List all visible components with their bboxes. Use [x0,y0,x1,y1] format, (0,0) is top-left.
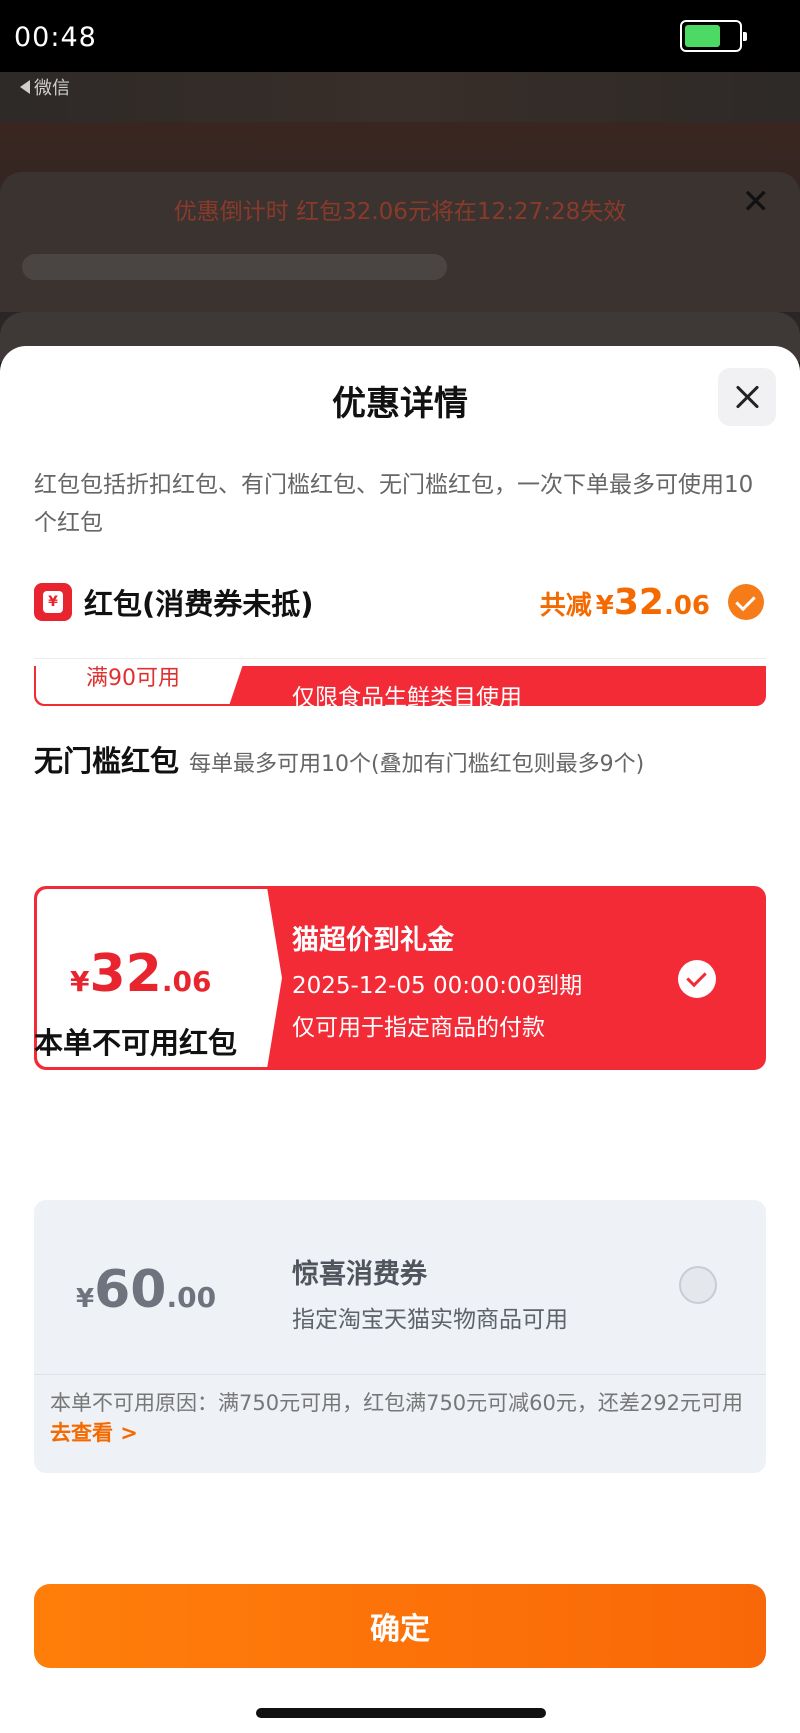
battery-level [685,25,720,47]
no-threshold-section-title: 无门槛红包 每单最多可用10个(叠加有门槛红包则最多9个) [34,744,645,778]
view-more-link[interactable]: 去查看 > [50,1421,138,1445]
coupon-amount: ¥ 32 .06 [70,944,212,1004]
unavailable-reason: 本单不可用原因：满750元可用，红包满750元可减60元，还差292元可用 去查… [50,1391,743,1445]
close-icon [734,384,760,410]
unavailable-section-title: 本单不可用红包 [34,1026,238,1060]
red-packet-summary[interactable]: ¥ 红包(消费券未抵) 共减 ¥ 32 .06 [34,578,764,626]
summary-label: 红包(消费券未抵) [84,587,314,621]
unavailable-coupon-amount: ¥ 60 .00 [76,1260,217,1320]
partial-coupon-min: 满90可用 [86,666,180,691]
back-to-wechat[interactable]: 微信 [20,72,70,102]
partial-coupon-rule: 仅限食品生鲜类目使用 [292,685,522,706]
background-banner [0,72,800,122]
unavailable-radio [679,1266,717,1304]
home-indicator [256,1708,546,1718]
back-arrow-icon [20,80,30,94]
unavailable-coupon-card: ¥ 60 .00 惊喜消费券 指定淘宝天猫实物商品可用 本单不可用原因：满750… [34,1200,766,1473]
discount-detail-sheet: 优惠详情 红包包括折扣红包、有门槛红包、无门槛红包，一次下单最多可使用10个红包… [0,346,800,1733]
back-label: 微信 [34,78,70,99]
close-button[interactable] [718,368,776,426]
battery-icon [680,20,747,52]
unavailable-separator [34,1374,766,1375]
coupon-expiry: 2025-12-05 00:00:00到期 [292,973,583,999]
summary-check-icon[interactable] [728,584,764,620]
partial-coupon-card[interactable]: 满90可用 仅限食品生鲜类目使用 [34,626,766,706]
coupon-check-icon[interactable] [678,960,716,998]
unavailable-coupon-name: 惊喜消费券 [292,1259,427,1290]
sheet-title: 优惠详情 [332,384,468,424]
status-bar: 00:48 [0,0,800,72]
summary-total: 共减 ¥ 32 .06 [539,581,710,623]
coupon-name: 猫超价到礼金 [292,925,454,956]
no-threshold-subtitle: 每单最多可用10个(叠加有门槛红包则最多9个) [189,752,645,777]
status-time: 00:48 [14,22,97,53]
coupon-note: 仅可用于指定商品的付款 [292,1015,545,1041]
background-close-icon: ✕ [741,182,771,222]
background-countdown: 优惠倒计时 红包32.06元将在12:27:28失效 [173,199,627,225]
background-field [22,254,447,280]
unavailable-coupon-desc: 指定淘宝天猫实物商品可用 [292,1307,568,1333]
confirm-button[interactable]: 确定 [34,1584,766,1668]
sheet-description: 红包包括折扣红包、有门槛红包、无门槛红包，一次下单最多可使用10个红包 [34,472,754,536]
background-page: 微信 优惠倒计时 红包32.06元将在12:27:28失效 ✕ [0,72,800,362]
red-packet-icon: ¥ [34,583,72,621]
